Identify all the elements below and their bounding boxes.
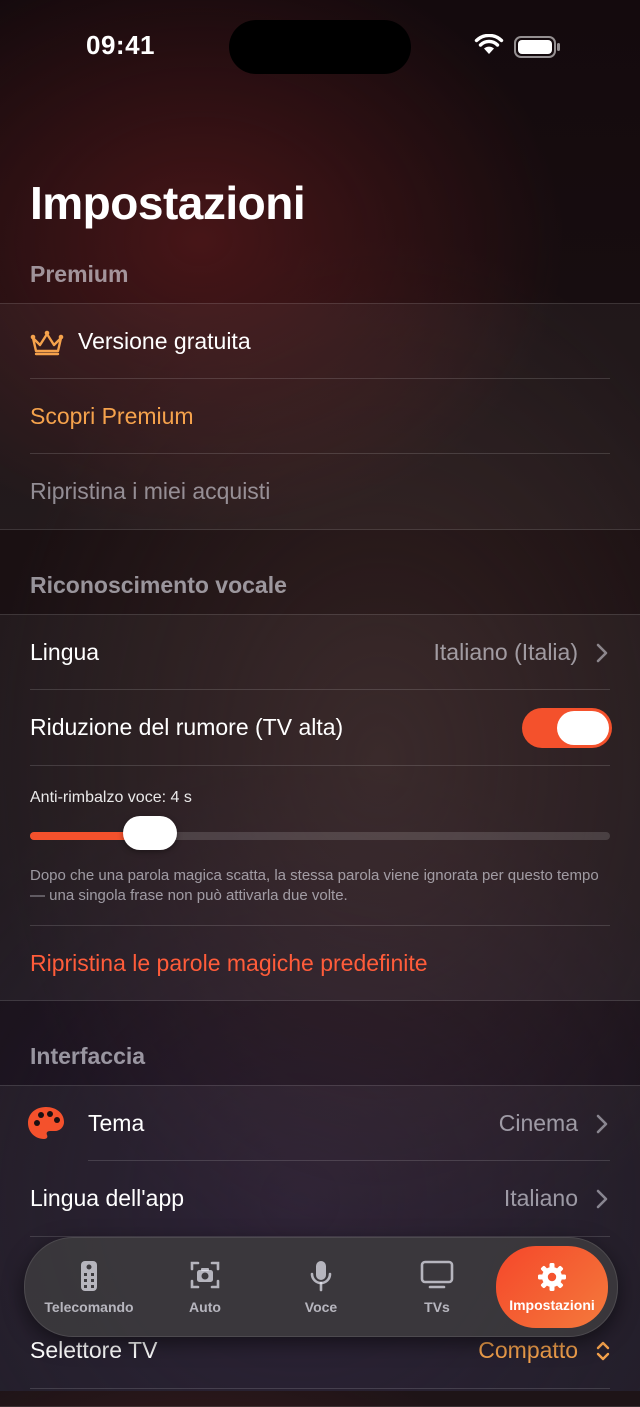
app-language-value: Italiano: [503, 1185, 578, 1211]
palette-icon: [28, 1107, 64, 1139]
section-header-voice: Riconoscimento vocale: [30, 572, 287, 598]
section-header-interface: Interfaccia: [30, 1043, 146, 1069]
microphone-icon: [310, 1261, 332, 1292]
tab-label: Telecomando: [44, 1299, 134, 1315]
wifi-icon: [474, 34, 504, 54]
chevron-right-icon: [596, 643, 608, 663]
gear-icon: [538, 1263, 566, 1291]
remote-icon: [81, 1261, 97, 1291]
divider: [30, 765, 610, 766]
reset-magic-words-button[interactable]: Ripristina le parole magiche predefinite: [30, 926, 428, 1001]
slider-thumb[interactable]: [122, 816, 177, 850]
debounce-slider[interactable]: [30, 816, 610, 850]
restore-purchases-button[interactable]: Ripristina i miei acquisti: [30, 454, 270, 529]
tab-bar: Telecomando Auto Voce TVs Impostazioni: [24, 1237, 618, 1337]
language-label: Lingua: [30, 639, 100, 665]
chevron-right-icon: [596, 1114, 608, 1134]
crown-icon: [30, 330, 64, 356]
camera-scan-icon: [190, 1261, 220, 1289]
page-title: Impostazioni: [30, 177, 306, 229]
tv-icon: [420, 1260, 454, 1289]
discover-premium-row[interactable]: Scopri Premium: [0, 379, 640, 454]
toggle-knob: [557, 711, 609, 745]
noise-reduction-row: Riduzione del rumore (TV alta): [0, 690, 640, 765]
tab-tvs[interactable]: TVs: [385, 1238, 489, 1336]
chevron-up-down-icon: [596, 1341, 610, 1361]
app-language-label: Lingua dell'app: [30, 1185, 185, 1211]
tab-auto[interactable]: Auto: [153, 1238, 257, 1336]
premium-group: Versione gratuita Scopri Premium Riprist…: [0, 303, 640, 530]
tab-voce[interactable]: Voce: [269, 1238, 373, 1336]
tab-label: Auto: [189, 1299, 221, 1315]
theme-row[interactable]: Tema Cinema: [0, 1086, 640, 1161]
noise-reduction-toggle[interactable]: [522, 708, 612, 748]
status-bar: 09:41: [0, 0, 640, 90]
dynamic-island: [229, 20, 411, 74]
free-version-label: Versione gratuita: [78, 328, 251, 354]
voice-group: Lingua Italiano (Italia) Riduzione del r…: [0, 614, 640, 1001]
theme-value: Cinema: [498, 1110, 578, 1136]
tab-telecomando[interactable]: Telecomando: [35, 1238, 143, 1336]
discover-premium-button[interactable]: Scopri Premium: [30, 379, 194, 454]
theme-label: Tema: [88, 1110, 145, 1136]
free-version-row: Versione gratuita: [0, 304, 640, 379]
reset-magic-words-row[interactable]: Ripristina le parole magiche predefinite: [0, 926, 640, 1001]
tab-label: Voce: [304, 1299, 338, 1315]
debounce-description: Dopo che una parola magica scatta, la st…: [30, 867, 599, 904]
tab-label: Impostazioni: [509, 1297, 595, 1313]
chevron-right-icon: [596, 1189, 608, 1209]
tab-impostazioni[interactable]: Impostazioni: [496, 1246, 608, 1328]
status-time: 09:41: [86, 30, 155, 60]
tab-label: TVs: [424, 1299, 450, 1315]
noise-reduction-label: Riduzione del rumore (TV alta): [30, 714, 344, 740]
language-value: Italiano (Italia): [433, 639, 578, 665]
divider: [30, 1388, 610, 1389]
section-header-premium: Premium: [30, 261, 129, 287]
debounce-label: Anti-rimbalzo voce: 4 s: [30, 789, 192, 806]
language-row[interactable]: Lingua Italiano (Italia): [0, 615, 640, 690]
app-language-row[interactable]: Lingua dell'app Italiano: [0, 1161, 640, 1236]
battery-icon: [514, 36, 560, 58]
restore-purchases-row[interactable]: Ripristina i miei acquisti: [0, 454, 640, 529]
